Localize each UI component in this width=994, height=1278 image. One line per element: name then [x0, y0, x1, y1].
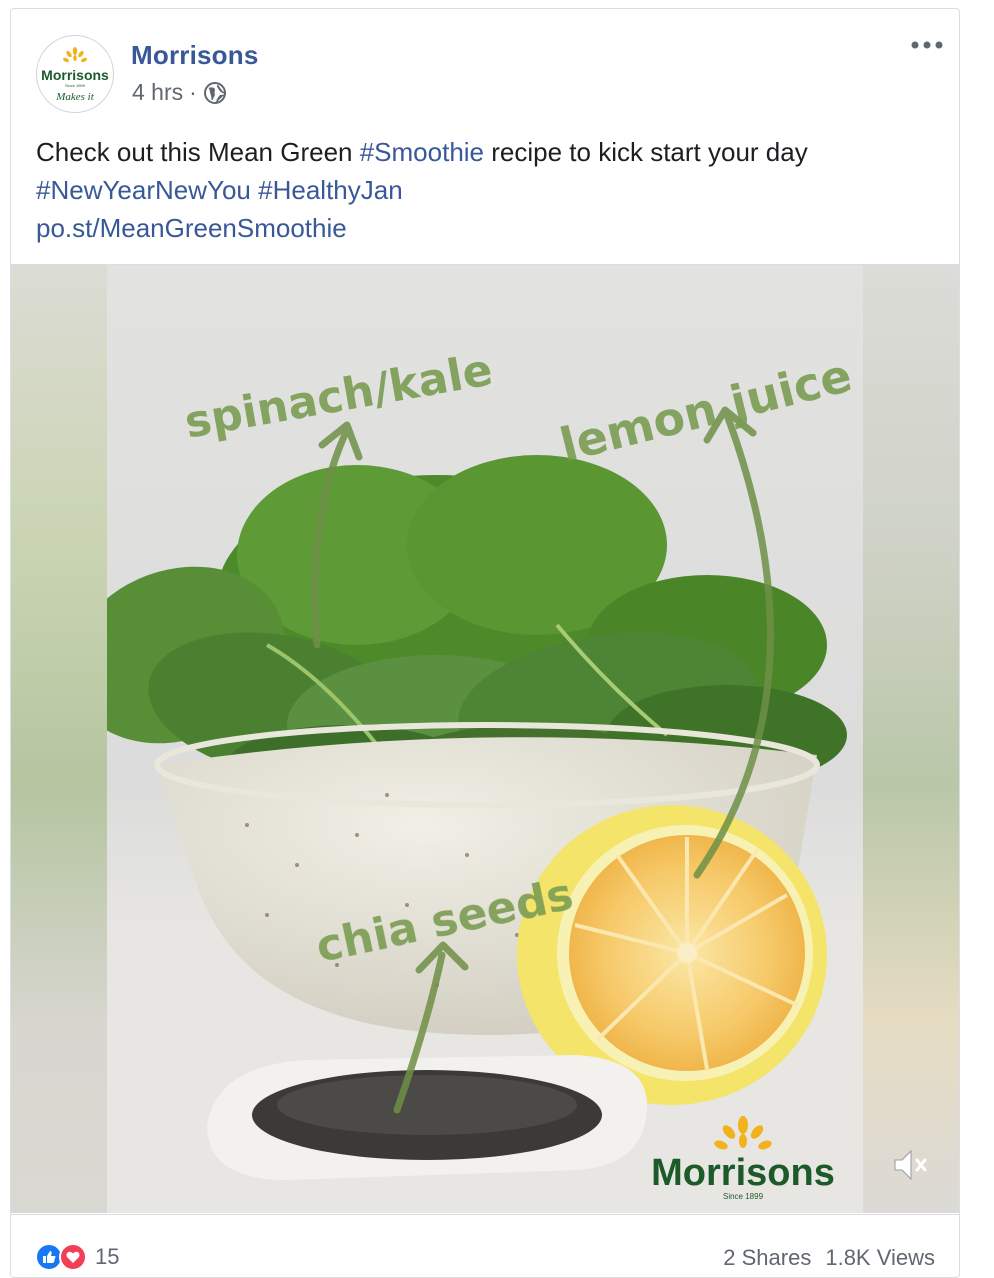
video-player[interactable]: spinach/kale lemon juice chia seeds Morr…	[11, 264, 959, 1213]
page-name-link[interactable]: Morrisons	[131, 40, 258, 71]
avatar-tagline-text: Makes it	[55, 91, 95, 103]
post-text-part: Check out this Mean Green	[36, 137, 360, 167]
post-footer: 15 2 Shares 1.8K Views	[11, 1214, 959, 1277]
logo-since-text: Since 1899	[723, 1192, 764, 1201]
post-url-link[interactable]: po.st/MeanGreenSmoothie	[36, 213, 347, 243]
video-blur-right	[863, 265, 959, 1213]
hashtag-healthyjan-link[interactable]: #HealthyJan	[258, 175, 403, 205]
avatar-brand-text: Morrisons	[41, 67, 109, 83]
more-options-button[interactable]	[909, 39, 945, 51]
shares-count-link[interactable]: 2 Shares	[723, 1245, 811, 1271]
more-icon	[911, 41, 943, 49]
avatar-since-text: Since 1899	[65, 83, 86, 88]
meta-separator: ·	[189, 79, 197, 105]
reactions-summary[interactable]: 15	[35, 1243, 119, 1271]
video-frame[interactable]: spinach/kale lemon juice chia seeds Morr…	[69, 265, 863, 1213]
post-message: Check out this Mean Green #Smoothie reci…	[36, 133, 936, 247]
smoothie-ingredients-image: spinach/kale lemon juice chia seeds Morr…	[69, 265, 863, 1213]
post-stats: 2 Shares 1.8K Views	[723, 1245, 935, 1271]
hashtag-smoothie-link[interactable]: #Smoothie	[360, 137, 484, 167]
post-meta: 4 hrs ·	[132, 79, 227, 106]
post-text-part: recipe to kick start your day	[484, 137, 808, 167]
post-card: Morrisons Since 1899 Makes it Morrisons …	[10, 8, 960, 1278]
page-avatar[interactable]: Morrisons Since 1899 Makes it	[36, 35, 114, 113]
morrisons-avatar-logo: Morrisons Since 1899 Makes it	[41, 47, 109, 103]
mute-toggle-button[interactable]	[887, 1141, 935, 1189]
logo-brand-text: Morrisons	[651, 1152, 835, 1194]
mute-icon	[894, 1149, 927, 1181]
post-timestamp[interactable]: 4 hrs	[132, 79, 183, 106]
globe-icon	[203, 81, 227, 105]
reaction-count[interactable]: 15	[95, 1244, 119, 1270]
hashtag-newyearnewyou-link[interactable]: #NewYearNewYou	[36, 175, 251, 205]
love-reaction-icon	[59, 1243, 87, 1271]
video-blur-left	[11, 265, 107, 1213]
views-count: 1.8K Views	[825, 1245, 935, 1270]
